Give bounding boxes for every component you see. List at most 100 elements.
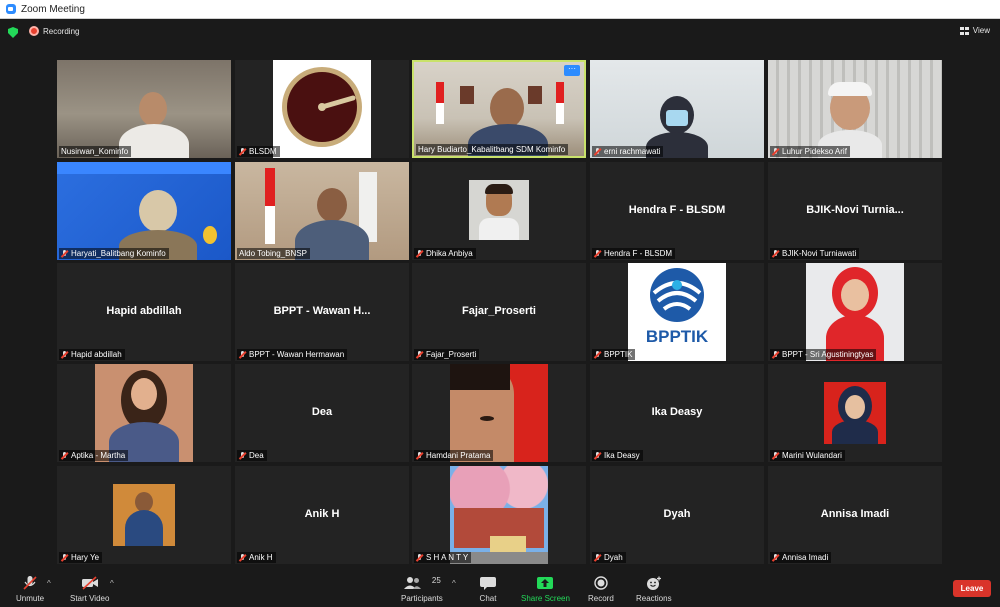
muted-mic-icon: [772, 451, 779, 460]
unmute-label: Unmute: [16, 594, 45, 603]
tile-display-name: Hapid abdillah: [106, 305, 182, 317]
video-tile-shanty[interactable]: S H A N T Y: [412, 466, 586, 564]
video-tile-dea[interactable]: Dea Dea: [235, 364, 409, 462]
muted-mic-icon: [594, 249, 601, 258]
tile-name-label: Haryati_Balitbang Kominfo: [59, 248, 169, 259]
tile-name-label: Aldo Tobing_BNSP: [237, 248, 310, 259]
muted-mic-icon: [772, 147, 779, 156]
video-tile-aldo[interactable]: Aldo Tobing_BNSP: [235, 162, 409, 260]
participants-count: 25: [431, 576, 441, 585]
video-tile-wawan[interactable]: BPPT - Wawan H... BPPT - Wawan Hermawan: [235, 263, 409, 361]
video-tile-hapid[interactable]: Hapid abdillah Hapid abdillah: [57, 263, 231, 361]
smiley-plus-icon: [645, 576, 663, 590]
video-tile-anik[interactable]: Anik H Anik H: [235, 466, 409, 564]
participant-head: [317, 188, 347, 222]
video-tile-sri[interactable]: BPPT - Sri Agustiningtyas: [768, 263, 942, 361]
tile-name-label: BPPT - Sri Agustiningtyas: [770, 349, 877, 360]
security-shield-icon[interactable]: [8, 27, 18, 38]
face-mask: [666, 110, 688, 126]
record-button[interactable]: Record: [588, 576, 614, 603]
chat-button[interactable]: Chat: [479, 576, 497, 603]
tile-display-name: BPPT - Wawan H...: [273, 305, 371, 317]
video-tile-hendra[interactable]: Hendra F - BLSDM Hendra F - BLSDM: [590, 162, 764, 260]
wall-portrait: [528, 86, 542, 104]
participant-head: [139, 92, 167, 126]
audio-options-caret[interactable]: ^: [47, 579, 51, 588]
video-tile-annisa[interactable]: Annisa Imadi Annisa Imadi: [768, 466, 942, 564]
video-tile-fajar[interactable]: Fajar_Proserti Fajar_Proserti: [412, 263, 586, 361]
muted-mic-icon: [239, 350, 246, 359]
video-tile-bpptik[interactable]: BPPTIK BPPTIK: [590, 263, 764, 361]
video-tile-hary-budiarto[interactable]: ··· Hary Budiarto_Kabalitbang SDM Kominf…: [412, 60, 586, 158]
tile-name-label: Luhur Pidekso Arif: [770, 146, 850, 157]
muted-mic-icon: [772, 553, 779, 562]
start-video-label: Start Video: [70, 594, 110, 603]
video-tile-ika[interactable]: Ika Deasy Ika Deasy: [590, 364, 764, 462]
blsdm-logo: [282, 67, 362, 147]
tile-name-label: BLSDM: [237, 146, 280, 157]
video-tile-nusirwan[interactable]: Nusirwan_Kominfo: [57, 60, 231, 158]
view-label: View: [972, 26, 990, 35]
video-tile-dhika[interactable]: Dhika Anbiya: [412, 162, 586, 260]
muted-mic-icon: [61, 451, 68, 460]
tile-display-name: Anik H: [304, 508, 340, 520]
tile-display-name: Dyah: [663, 508, 691, 520]
video-tile-martha[interactable]: Aptika - Martha: [57, 364, 231, 462]
participant-head: [490, 88, 524, 128]
participants-options-caret[interactable]: ^: [452, 579, 456, 588]
video-tile-novi[interactable]: BJIK-Novi Turnia... BJIK-Novi Turniawati: [768, 162, 942, 260]
bpptik-logo-text: BPPTIK: [645, 327, 709, 346]
video-tile-blsdm[interactable]: BLSDM: [235, 60, 409, 158]
recording-indicator[interactable]: Recording: [29, 26, 79, 36]
participant-photo: [824, 382, 886, 444]
video-tile-luhur[interactable]: Luhur Pidekso Arif: [768, 60, 942, 158]
gallery-view: Nusirwan_Kominfo BLSDM ··· Hary Budiarto…: [57, 60, 943, 565]
record-label: Record: [588, 594, 614, 603]
leave-button[interactable]: Leave: [953, 580, 991, 597]
tile-name-label: Hary Budiarto_Kabalitbang SDM Kominfo: [416, 144, 569, 155]
tile-name-label: Dyah: [592, 552, 626, 563]
muted-mic-icon: [416, 451, 423, 460]
window-title: Zoom Meeting: [21, 3, 85, 15]
muted-mic-icon: [772, 350, 779, 359]
muted-mic-icon: [61, 249, 68, 258]
video-tile-hary-ye[interactable]: Hary Ye: [57, 466, 231, 564]
record-dot-icon: [29, 26, 39, 36]
more-options-button[interactable]: ···: [564, 65, 580, 76]
video-tile-erni[interactable]: erni rachmawati: [590, 60, 764, 158]
video-options-caret[interactable]: ^: [110, 579, 114, 588]
share-screen-icon: [536, 576, 554, 590]
share-screen-button[interactable]: Share Screen: [521, 576, 570, 603]
tile-name-label: erni rachmawati: [592, 146, 664, 157]
muted-microphone-icon: [21, 576, 39, 590]
video-tile-dyah[interactable]: Dyah Dyah: [590, 466, 764, 564]
muted-mic-icon: [594, 451, 601, 460]
blsdm-logo-backdrop: [273, 60, 371, 158]
video-tile-haryati[interactable]: Haryati_Balitbang Kominfo: [57, 162, 231, 260]
tile-name-label: Fajar_Proserti: [414, 349, 480, 360]
muted-mic-icon: [416, 350, 423, 359]
participant-face: [845, 395, 865, 419]
reactions-button[interactable]: Reactions: [636, 576, 672, 603]
unmute-button[interactable]: Unmute: [16, 576, 44, 603]
bpptik-emblem-icon: [650, 268, 704, 322]
tile-name-label: Hary Ye: [59, 552, 103, 563]
participants-button[interactable]: 25 Participants: [401, 576, 443, 603]
view-button[interactable]: View: [959, 26, 990, 35]
video-tile-hamdani[interactable]: Hamdani Pratama: [412, 364, 586, 462]
tile-name-label: Annisa Imadi: [770, 552, 832, 563]
muted-mic-icon: [594, 553, 601, 562]
start-video-button[interactable]: Start Video: [70, 576, 109, 603]
tile-display-name: Dea: [311, 406, 333, 418]
tile-name-label: BPPTIK: [592, 349, 636, 360]
video-tile-marini[interactable]: Marini Wulandari: [768, 364, 942, 462]
muted-mic-icon: [61, 350, 68, 359]
cherry-blossom: [450, 466, 548, 512]
flag-right: [556, 82, 564, 124]
tile-name-label: Hamdani Pratama: [414, 450, 494, 461]
tile-name-label: Dhika Anbiya: [414, 248, 476, 259]
participant-photo: [450, 364, 548, 462]
meeting-toolbar: Unmute ^ Start Video ^ 25 Participants ^…: [0, 570, 1000, 607]
participant-photo: [806, 263, 904, 361]
participant-photo: [450, 466, 548, 564]
